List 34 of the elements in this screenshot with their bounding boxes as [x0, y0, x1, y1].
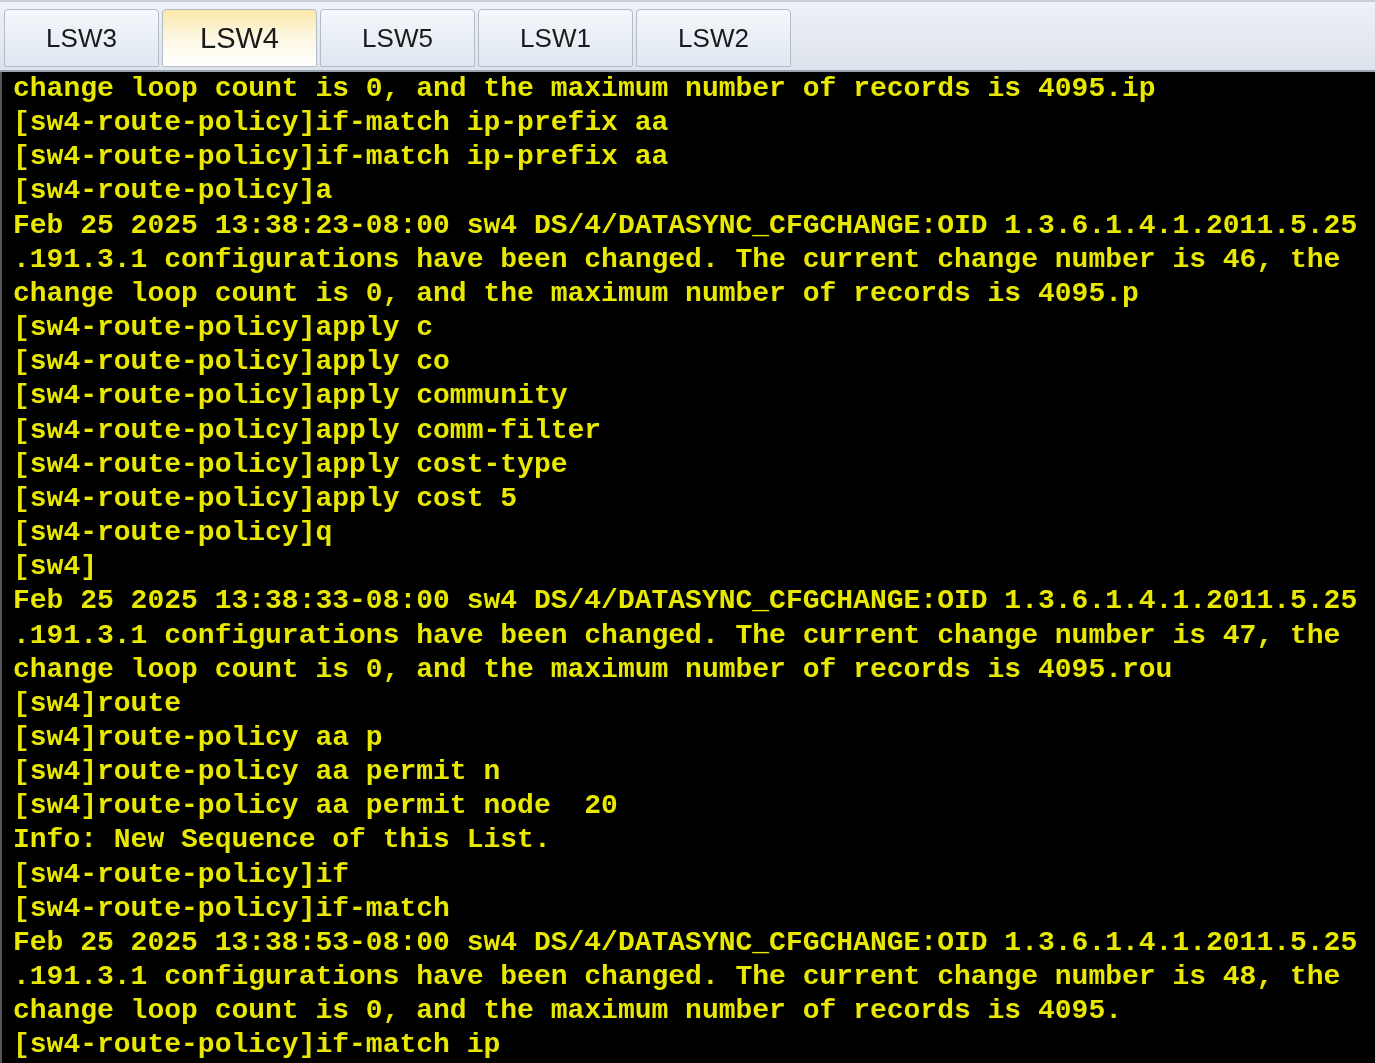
terminal-line: [sw4-route-policy]apply comm-filter — [13, 413, 602, 448]
terminal-tab[interactable]: LSW1 — [478, 9, 633, 67]
terminal-tab[interactable]: LSW4 — [162, 9, 317, 67]
terminal-line: Feb 25 2025 13:38:23-08:00 sw4 DS/4/DATASYNC_CFGCHANGE:OID 1.3.6.1.4.1.2011.5.25 — [13, 208, 1358, 243]
terminal-line: Info: New Sequence of this List. — [13, 823, 551, 858]
terminal-line: [sw4] — [13, 550, 97, 585]
terminal-line: [sw4]route-policy aa permit node 20 — [13, 789, 618, 824]
terminal-line: [sw4]route-policy aa p — [13, 720, 383, 755]
terminal-line: .191.3.1 configurations have been changed. The current change number is 48, the — [13, 960, 1341, 995]
terminal-line: [sw4-route-policy]if-match ip-prefix aa — [13, 106, 669, 141]
terminal-line: [sw4-route-policy]apply co — [13, 345, 450, 380]
terminal-line: change loop count is 0, and the maximum number of records is 4095. — [13, 994, 1122, 1029]
terminal-line: change loop count is 0, and the maximum number of records is 4095.p — [13, 276, 1139, 311]
terminal-line: Feb 25 2025 13:38:33-08:00 sw4 DS/4/DATASYNC_CFGCHANGE:OID 1.3.6.1.4.1.2011.5.25 — [13, 584, 1358, 619]
terminal-line: [sw4-route-policy]apply cost 5 — [13, 481, 518, 516]
terminal-line: [sw4-route-policy]if-match ip-prefix aa — [13, 140, 669, 175]
terminal-line: [sw4-route-policy]q — [13, 516, 333, 551]
terminal-line: [sw4-route-policy]apply c — [13, 311, 434, 346]
terminal-line: [sw4-route-policy]apply cost-type — [13, 447, 568, 482]
terminal-line: change loop count is 0, and the maximum number of records is 4095.rou — [13, 652, 1173, 687]
terminal-line: [sw4-route-policy]a — [13, 174, 333, 209]
terminal-line: [sw4-route-policy]if-match ip — [13, 1028, 501, 1063]
terminal-line: Feb 25 2025 13:38:53-08:00 sw4 DS/4/DATASYNC_CFGCHANGE:OID 1.3.6.1.4.1.2011.5.25 — [13, 925, 1358, 960]
terminal-line: .191.3.1 configurations have been changed. The current change number is 47, the — [13, 618, 1341, 653]
terminal-line: .191.3.1 configurations have been changed. The current change number is 46, the — [13, 242, 1341, 277]
terminal-tab[interactable]: LSW3 — [4, 9, 159, 67]
terminal-tab[interactable]: LSW5 — [320, 9, 475, 67]
terminal-line: [sw4-route-policy]if — [13, 857, 350, 892]
terminal-line: [sw4]route-policy aa permit n — [13, 755, 501, 790]
terminal-line: change loop count is 0, and the maximum number of records is 4095.ip — [13, 72, 1156, 106]
terminal-line: [sw4-route-policy]apply community — [13, 379, 568, 414]
terminal-tab[interactable]: LSW2 — [636, 9, 791, 67]
terminal-line: [sw4-route-policy]if-match — [13, 891, 450, 926]
terminal-line: [sw4]route — [13, 686, 182, 721]
